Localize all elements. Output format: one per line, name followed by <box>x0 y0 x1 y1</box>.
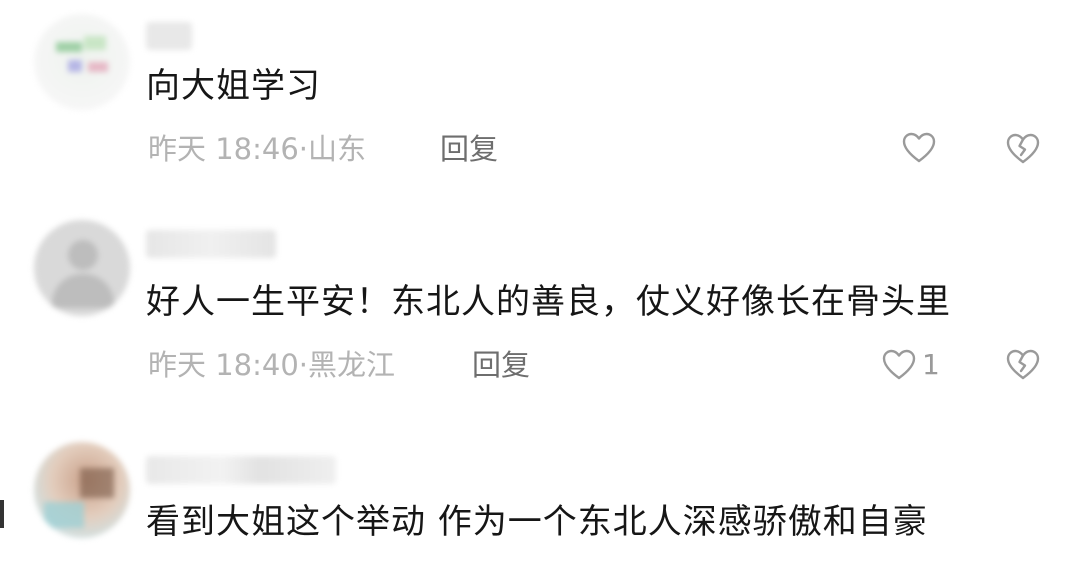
comment-time: 昨天 18:46 <box>148 132 299 166</box>
comment-location: 黑龙江 <box>308 348 396 382</box>
comment-item: 看到大姐这个举动 作为一个东北人深感骄傲和自豪 <box>0 420 1080 571</box>
heart-outline-icon <box>882 349 916 380</box>
broken-heart-icon <box>1006 133 1040 164</box>
like-button[interactable] <box>902 132 942 164</box>
edge-marker <box>0 500 4 528</box>
like-count: 1 <box>922 348 940 381</box>
comment-time: 昨天 18:40 <box>148 348 299 382</box>
username[interactable] <box>146 230 276 258</box>
dislike-button[interactable] <box>1006 133 1040 169</box>
meta-separator: · <box>298 132 309 166</box>
comment-text: 向大姐学习 <box>146 66 321 106</box>
username[interactable] <box>146 456 336 484</box>
username[interactable] <box>146 22 192 50</box>
comment-item: 好人一生平安！东北人的善良，仗义好像长在骨头里 昨天 18:40·黑龙江 回复 … <box>0 200 1080 420</box>
comment-meta: 昨天 18:40·黑龙江 <box>148 348 395 382</box>
dislike-button[interactable] <box>1006 349 1040 385</box>
reply-button[interactable]: 回复 <box>440 132 498 166</box>
comment-location: 山东 <box>308 132 367 166</box>
comment-item: 向大姐学习 昨天 18:46·山东 回复 <box>0 0 1080 200</box>
heart-outline-icon <box>902 132 936 163</box>
comment-text: 看到大姐这个举动 作为一个东北人深感骄傲和自豪 <box>146 502 928 542</box>
broken-heart-icon <box>1006 349 1040 380</box>
avatar[interactable] <box>34 14 130 110</box>
like-button[interactable]: 1 <box>882 348 940 382</box>
avatar[interactable] <box>34 220 130 316</box>
avatar[interactable] <box>34 442 130 538</box>
meta-separator: · <box>298 348 309 382</box>
comment-text: 好人一生平安！东北人的善良，仗义好像长在骨头里 <box>146 282 951 322</box>
comment-meta: 昨天 18:46·山东 <box>148 132 366 166</box>
reply-button[interactable]: 回复 <box>472 348 530 382</box>
